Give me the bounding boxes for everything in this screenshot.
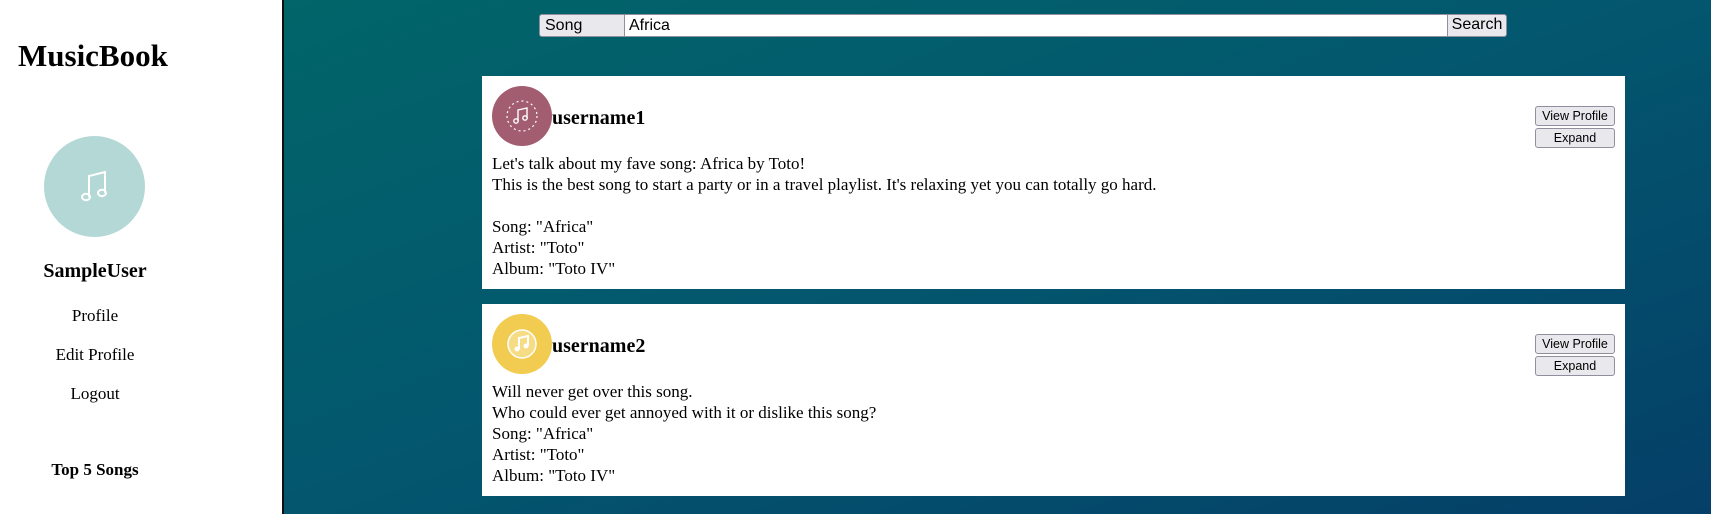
post-username[interactable]: username1 xyxy=(552,107,645,130)
sidebar-nav: Profile Edit Profile Logout xyxy=(0,306,190,423)
post-card: username2 View Profile Expand Will never… xyxy=(482,304,1625,496)
sidebar-item-logout[interactable]: Logout xyxy=(0,384,190,423)
main-feed: Song Africa Search username1 View Profil… xyxy=(284,0,1711,514)
view-profile-button[interactable]: View Profile xyxy=(1535,106,1615,126)
search-type-select[interactable]: Song xyxy=(539,14,625,37)
post-username[interactable]: username2 xyxy=(552,335,645,358)
search-input[interactable]: Africa xyxy=(625,14,1448,37)
search-bar: Song Africa Search xyxy=(539,14,1507,37)
view-profile-button[interactable]: View Profile xyxy=(1535,334,1615,354)
avatar xyxy=(44,136,145,237)
music-note-icon xyxy=(506,100,538,132)
post-card: username1 View Profile Expand Let's talk… xyxy=(482,76,1625,289)
search-button[interactable]: Search xyxy=(1448,14,1507,37)
app-title: MusicBook xyxy=(18,38,168,73)
sidebar: MusicBook SampleUser Profile Edit Profil… xyxy=(0,0,284,514)
expand-button[interactable]: Expand xyxy=(1535,356,1615,376)
post-body: Will never get over this song. Who could… xyxy=(492,382,877,485)
post-body: Let's talk about my fave song: Africa by… xyxy=(492,154,1157,278)
sidebar-item-profile[interactable]: Profile xyxy=(0,306,190,345)
sidebar-username: SampleUser xyxy=(43,260,147,282)
music-note-icon xyxy=(507,329,537,359)
sidebar-item-edit-profile[interactable]: Edit Profile xyxy=(0,345,190,384)
avatar[interactable] xyxy=(492,86,552,146)
music-note-icon xyxy=(80,170,107,201)
top-songs-heading: Top 5 Songs xyxy=(51,460,139,479)
expand-button[interactable]: Expand xyxy=(1535,128,1615,148)
avatar[interactable] xyxy=(492,314,552,374)
